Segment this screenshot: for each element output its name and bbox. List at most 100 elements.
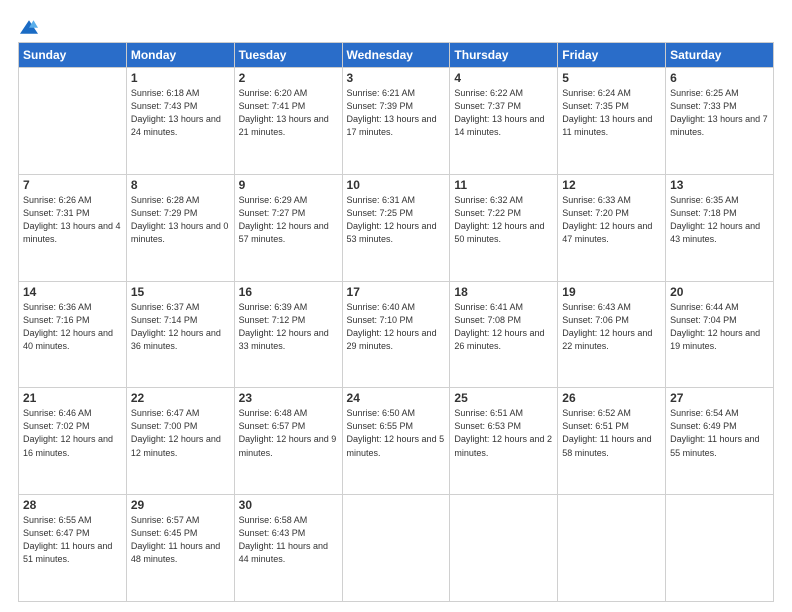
day-info: Sunrise: 6:40 AMSunset: 7:10 PMDaylight:… [347, 301, 446, 353]
calendar-cell: 7Sunrise: 6:26 AMSunset: 7:31 PMDaylight… [19, 174, 127, 281]
day-info: Sunrise: 6:51 AMSunset: 6:53 PMDaylight:… [454, 407, 553, 459]
calendar-week-row: 1 Sunrise: 6:18 AMSunset: 7:43 PMDaylight… [19, 68, 774, 175]
calendar-cell: 9 Sunrise: 6:29 AMSunset: 7:27 PMDaylight… [234, 174, 342, 281]
calendar-cell: 22 Sunrise: 6:47 AMSunset: 7:00 PMDayligh… [126, 388, 234, 495]
day-number: 1 [131, 71, 230, 85]
calendar-cell [19, 68, 127, 175]
day-number: 3 [347, 71, 446, 85]
calendar-cell: 23 Sunrise: 6:48 AMSunset: 6:57 PMDayligh… [234, 388, 342, 495]
calendar-cell: 13Sunrise: 6:35 AMSunset: 7:18 PMDayligh… [666, 174, 774, 281]
header [18, 16, 774, 34]
calendar-cell [666, 495, 774, 602]
day-info: Sunrise: 6:39 AMSunset: 7:12 PMDaylight:… [239, 301, 338, 353]
calendar-cell: 19Sunrise: 6:43 AMSunset: 7:06 PMDayligh… [558, 281, 666, 388]
calendar-cell: 28 Sunrise: 6:55 AMSunset: 6:47 PMDayligh… [19, 495, 127, 602]
calendar-cell: 29Sunrise: 6:57 AMSunset: 6:45 PMDayligh… [126, 495, 234, 602]
calendar-cell: 10 Sunrise: 6:31 AMSunset: 7:25 PMDayligh… [342, 174, 450, 281]
day-number: 12 [562, 178, 661, 192]
day-number: 27 [670, 391, 769, 405]
day-info: Sunrise: 6:33 AMSunset: 7:20 PMDaylight:… [562, 194, 661, 246]
day-info: Sunrise: 6:28 AMSunset: 7:29 PMDaylight:… [131, 194, 230, 246]
day-info: Sunrise: 6:29 AMSunset: 7:27 PMDaylight:… [239, 194, 338, 246]
calendar-cell: 16 Sunrise: 6:39 AMSunset: 7:12 PMDayligh… [234, 281, 342, 388]
calendar-cell: 24 Sunrise: 6:50 AMSunset: 6:55 PMDayligh… [342, 388, 450, 495]
day-number: 8 [131, 178, 230, 192]
day-number: 25 [454, 391, 553, 405]
calendar-cell: 3 Sunrise: 6:21 AMSunset: 7:39 PMDaylight… [342, 68, 450, 175]
day-number: 2 [239, 71, 338, 85]
day-info: Sunrise: 6:21 AMSunset: 7:39 PMDaylight:… [347, 87, 446, 139]
day-number: 29 [131, 498, 230, 512]
weekday-header-friday: Friday [558, 43, 666, 68]
day-info: Sunrise: 6:26 AMSunset: 7:31 PMDaylight:… [23, 194, 122, 246]
day-number: 22 [131, 391, 230, 405]
day-number: 18 [454, 285, 553, 299]
day-number: 26 [562, 391, 661, 405]
day-number: 6 [670, 71, 769, 85]
logo [18, 20, 38, 34]
day-info: Sunrise: 6:52 AMSunset: 6:51 PMDaylight:… [562, 407, 661, 459]
calendar-cell: 8 Sunrise: 6:28 AMSunset: 7:29 PMDaylight… [126, 174, 234, 281]
day-info: Sunrise: 6:46 AMSunset: 7:02 PMDaylight:… [23, 407, 122, 459]
calendar-cell: 26 Sunrise: 6:52 AMSunset: 6:51 PMDayligh… [558, 388, 666, 495]
calendar-cell: 15 Sunrise: 6:37 AMSunset: 7:14 PMDayligh… [126, 281, 234, 388]
day-info: Sunrise: 6:50 AMSunset: 6:55 PMDaylight:… [347, 407, 446, 459]
day-number: 9 [239, 178, 338, 192]
day-info: Sunrise: 6:22 AMSunset: 7:37 PMDaylight:… [454, 87, 553, 139]
day-number: 28 [23, 498, 122, 512]
day-number: 15 [131, 285, 230, 299]
day-info: Sunrise: 6:35 AMSunset: 7:18 PMDaylight:… [670, 194, 769, 246]
day-info: Sunrise: 6:44 AMSunset: 7:04 PMDaylight:… [670, 301, 769, 353]
day-number: 17 [347, 285, 446, 299]
calendar-cell: 17 Sunrise: 6:40 AMSunset: 7:10 PMDayligh… [342, 281, 450, 388]
day-number: 30 [239, 498, 338, 512]
day-number: 5 [562, 71, 661, 85]
day-info: Sunrise: 6:25 AMSunset: 7:33 PMDaylight:… [670, 87, 769, 139]
calendar-cell: 12 Sunrise: 6:33 AMSunset: 7:20 PMDayligh… [558, 174, 666, 281]
day-info: Sunrise: 6:55 AMSunset: 6:47 PMDaylight:… [23, 514, 122, 566]
calendar-week-row: 21Sunrise: 6:46 AMSunset: 7:02 PMDayligh… [19, 388, 774, 495]
weekday-header-wednesday: Wednesday [342, 43, 450, 68]
calendar-table: SundayMondayTuesdayWednesdayThursdayFrid… [18, 42, 774, 602]
calendar-cell: 2 Sunrise: 6:20 AMSunset: 7:41 PMDaylight… [234, 68, 342, 175]
day-number: 23 [239, 391, 338, 405]
calendar-cell [342, 495, 450, 602]
calendar-cell [450, 495, 558, 602]
weekday-header-row: SundayMondayTuesdayWednesdayThursdayFrid… [19, 43, 774, 68]
weekday-header-sunday: Sunday [19, 43, 127, 68]
day-number: 4 [454, 71, 553, 85]
weekday-header-monday: Monday [126, 43, 234, 68]
calendar-cell: 5Sunrise: 6:24 AMSunset: 7:35 PMDaylight… [558, 68, 666, 175]
calendar-cell: 18 Sunrise: 6:41 AMSunset: 7:08 PMDayligh… [450, 281, 558, 388]
day-number: 16 [239, 285, 338, 299]
day-info: Sunrise: 6:47 AMSunset: 7:00 PMDaylight:… [131, 407, 230, 459]
day-info: Sunrise: 6:36 AMSunset: 7:16 PMDaylight:… [23, 301, 122, 353]
day-info: Sunrise: 6:41 AMSunset: 7:08 PMDaylight:… [454, 301, 553, 353]
calendar-cell: 20 Sunrise: 6:44 AMSunset: 7:04 PMDayligh… [666, 281, 774, 388]
day-info: Sunrise: 6:48 AMSunset: 6:57 PMDaylight:… [239, 407, 338, 459]
calendar-cell: 25 Sunrise: 6:51 AMSunset: 6:53 PMDayligh… [450, 388, 558, 495]
calendar-cell: 1 Sunrise: 6:18 AMSunset: 7:43 PMDaylight… [126, 68, 234, 175]
day-info: Sunrise: 6:37 AMSunset: 7:14 PMDaylight:… [131, 301, 230, 353]
calendar-cell: 4 Sunrise: 6:22 AMSunset: 7:37 PMDaylight… [450, 68, 558, 175]
day-number: 14 [23, 285, 122, 299]
calendar-cell: 27 Sunrise: 6:54 AMSunset: 6:49 PMDayligh… [666, 388, 774, 495]
day-info: Sunrise: 6:32 AMSunset: 7:22 PMDaylight:… [454, 194, 553, 246]
day-number: 11 [454, 178, 553, 192]
page: SundayMondayTuesdayWednesdayThursdayFrid… [0, 0, 792, 612]
calendar-cell: 6 Sunrise: 6:25 AMSunset: 7:33 PMDaylight… [666, 68, 774, 175]
day-info: Sunrise: 6:43 AMSunset: 7:06 PMDaylight:… [562, 301, 661, 353]
calendar-cell: 14 Sunrise: 6:36 AMSunset: 7:16 PMDayligh… [19, 281, 127, 388]
weekday-header-thursday: Thursday [450, 43, 558, 68]
day-info: Sunrise: 6:18 AMSunset: 7:43 PMDaylight:… [131, 87, 230, 139]
logo-icon [20, 20, 38, 34]
weekday-header-saturday: Saturday [666, 43, 774, 68]
day-info: Sunrise: 6:54 AMSunset: 6:49 PMDaylight:… [670, 407, 769, 459]
weekday-header-tuesday: Tuesday [234, 43, 342, 68]
day-info: Sunrise: 6:58 AMSunset: 6:43 PMDaylight:… [239, 514, 338, 566]
day-info: Sunrise: 6:20 AMSunset: 7:41 PMDaylight:… [239, 87, 338, 139]
day-number: 10 [347, 178, 446, 192]
day-info: Sunrise: 6:31 AMSunset: 7:25 PMDaylight:… [347, 194, 446, 246]
day-number: 24 [347, 391, 446, 405]
day-number: 20 [670, 285, 769, 299]
